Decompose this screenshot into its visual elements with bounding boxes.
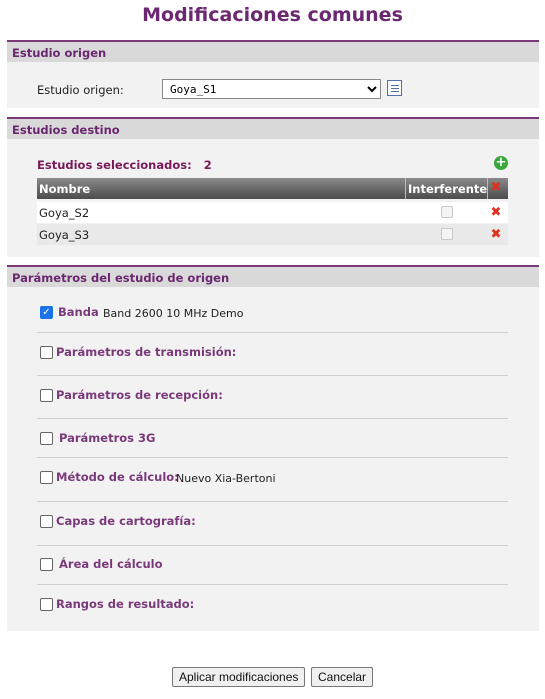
param-label: Rangos de resultado: (56, 597, 195, 611)
params-section-title: Parámetros del estudio de origen (12, 271, 230, 285)
param-value: Band 2600 10 MHz Demo (103, 307, 244, 320)
params-section-header: Parámetros del estudio de origen (7, 265, 539, 287)
banda-checkbox[interactable]: ✓ (40, 306, 53, 319)
selected-count-label: Estudios seleccionados: 2 (37, 158, 212, 172)
table-row: Goya_S2 ✖ (37, 202, 508, 223)
page-title: Modificaciones comunes (142, 4, 403, 26)
add-study-icon[interactable]: + (494, 156, 508, 170)
origin-section-header: Estudio origen (7, 40, 539, 62)
param-label: Parámetros 3G (59, 431, 156, 445)
table-row: Goya_S3 ✖ (37, 224, 508, 245)
interferente-checkbox (441, 228, 453, 240)
remove-row-icon[interactable]: ✖ (490, 228, 502, 241)
remove-row-icon[interactable]: ✖ (490, 206, 502, 219)
dest-section-header: Estudios destino (7, 117, 539, 139)
list-picker-icon[interactable] (387, 80, 402, 96)
param-label: Método de cálculo: (56, 470, 179, 484)
3g-checkbox[interactable] (40, 432, 53, 445)
col-nombre: Nombre (39, 182, 91, 196)
remove-all-icon[interactable]: ✖ (490, 181, 502, 194)
origin-section-title: Estudio origen (12, 46, 107, 60)
cancel-button[interactable]: Cancelar (311, 667, 374, 687)
row-name: Goya_S2 (39, 206, 90, 220)
cartografia-checkbox[interactable] (40, 515, 53, 528)
param-label: Parámetros de recepción: (56, 388, 223, 402)
params-panel (7, 287, 539, 631)
origin-label: Estudio origen: (37, 83, 124, 97)
param-label: Capas de cartografía: (56, 514, 196, 528)
selected-count: 2 (203, 158, 212, 172)
apply-button[interactable]: Aplicar modificaciones (172, 667, 306, 687)
origin-study-select[interactable]: Goya_S1 (162, 79, 381, 99)
recepcion-checkbox[interactable] (40, 389, 53, 402)
param-value: Nuevo Xia-Bertoni (176, 472, 276, 485)
param-label: Banda (58, 305, 99, 319)
dest-section-title: Estudios destino (12, 123, 120, 137)
metodo-checkbox[interactable] (40, 471, 53, 484)
dest-table-header: Nombre Interferente ✖ (37, 178, 508, 199)
interferente-checkbox (441, 206, 453, 218)
selected-label: Estudios seleccionados: (37, 158, 192, 172)
param-label: Área del cálculo (59, 557, 163, 571)
area-checkbox[interactable] (40, 558, 53, 571)
rangos-checkbox[interactable] (40, 598, 53, 611)
transmision-checkbox[interactable] (40, 346, 53, 359)
row-name: Goya_S3 (39, 228, 90, 242)
param-label: Parámetros de transmisión: (56, 345, 237, 359)
col-interferente: Interferente (408, 182, 488, 196)
